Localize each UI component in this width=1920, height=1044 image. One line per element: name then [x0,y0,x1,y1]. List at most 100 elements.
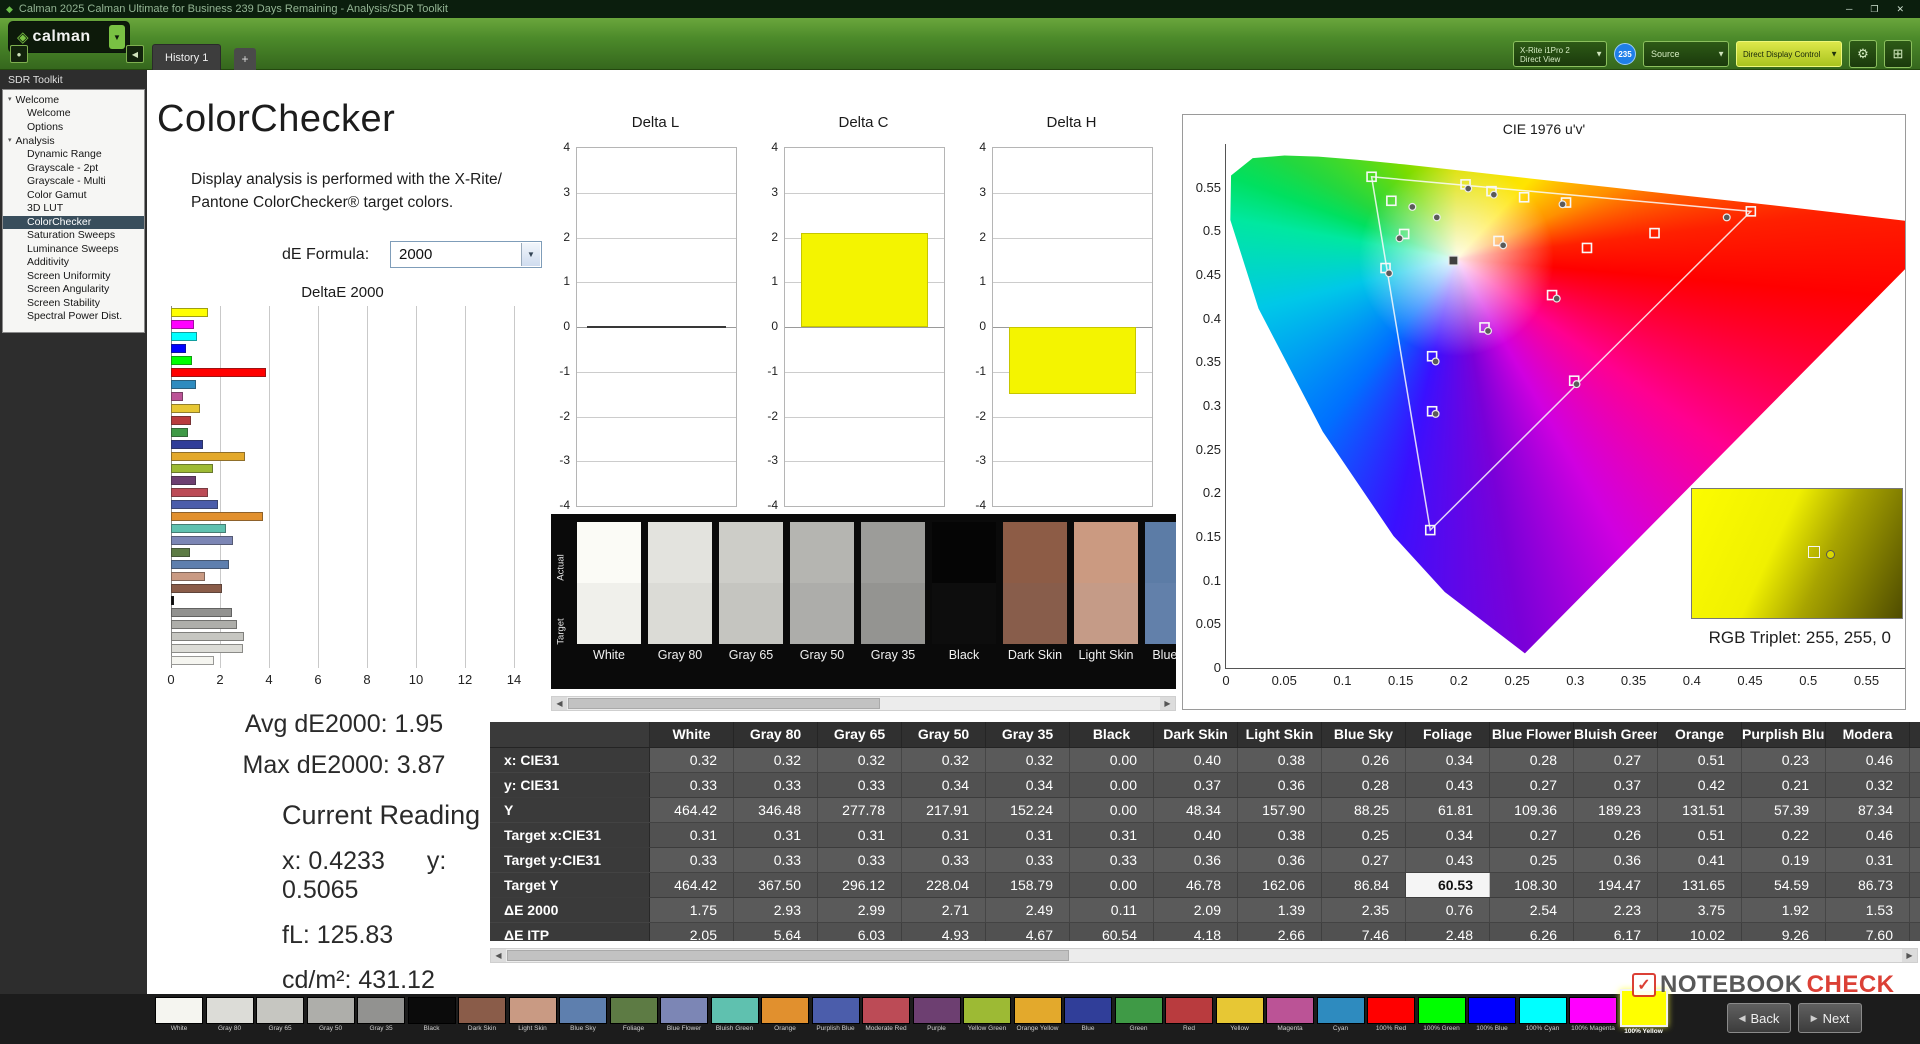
table-cell: 0.36 [1238,848,1322,872]
scrollbar-thumb[interactable] [507,950,1069,961]
sidebar-item-screen-stability[interactable]: Screen Stability [3,297,144,311]
patch-chip-foliage[interactable]: Foliage [609,997,658,1032]
tree-expander-icon[interactable]: ▾ [8,135,12,147]
table-cell: 0.11 [1070,898,1154,922]
patch-chip-100-green[interactable]: 100% Green [1417,997,1466,1032]
meter-name: X-Rite i1Pro 2 [1520,46,1570,55]
patch-chip-orange[interactable]: Orange [761,997,809,1032]
current-color-swatch [1691,488,1903,619]
table-cell: 0.19 [1742,848,1826,872]
bar-blue-flower [171,536,234,545]
column-header-blue-flower: Blue Flower [1490,722,1574,747]
patch-chip-100-cyan[interactable]: 100% Cyan [1518,997,1567,1032]
sidebar-item-dynamic-range[interactable]: Dynamic Range [3,148,144,162]
sidebar-item-spectral-power-dist[interactable]: Spectral Power Dist. [3,310,144,324]
patch-chip-blue[interactable]: Blue [1064,997,1112,1032]
source-dropdown[interactable]: Source ▼ [1643,41,1729,67]
sidebar-group-analysis[interactable]: ▾ Analysis [3,134,144,148]
patch-chip-magenta[interactable]: Magenta [1266,997,1314,1032]
chevron-down-icon[interactable]: ▼ [521,243,540,266]
scroll-right-icon[interactable]: ▶ [1160,697,1175,710]
reading-count-badge[interactable]: 235 [1614,43,1636,65]
sidebar-item-colorchecker[interactable]: ColorChecker [3,215,144,229]
sidebar-item-options[interactable]: Options [3,121,144,135]
patch-chip-black[interactable]: Black [407,997,456,1032]
sidebar-item-color-gamut[interactable]: Color Gamut [3,189,144,203]
scrollbar-thumb[interactable] [568,698,880,709]
panel-menu-button[interactable]: ● [10,45,28,63]
layout-button[interactable]: ⊞ [1884,40,1912,68]
patch-chip-gray-50[interactable]: Gray 50 [306,997,355,1032]
patch-chip-orange-yellow[interactable]: Orange Yellow [1013,997,1062,1032]
back-button[interactable]: ◀ Back [1727,1003,1791,1033]
swatch-dark-skin [1003,522,1067,644]
sidebar-item-grayscale-2pt[interactable]: Grayscale - 2pt [3,162,144,176]
patch-chip-green[interactable]: Green [1114,997,1163,1032]
patch-chip-gray-35[interactable]: Gray 35 [357,997,405,1032]
sidebar-item-luminance-sweeps[interactable]: Luminance Sweeps [3,243,144,257]
patch-chip-100-yellow[interactable]: 100% Yellow [1619,989,1668,1035]
close-button[interactable]: ✕ [1896,4,1904,15]
delta-c-title: Delta C [838,114,889,131]
patch-chip-blue-sky[interactable]: Blue Sky [559,997,607,1032]
add-tab-button[interactable]: + [234,48,256,70]
sidebar-group-welcome[interactable]: ▾ Welcome [3,93,144,107]
grid-line [993,237,1152,239]
patch-color [862,997,910,1024]
patch-chip-blue-flower[interactable]: Blue Flower [660,997,708,1032]
tree-expander-icon[interactable]: ▾ [8,94,12,106]
patch-color [761,997,809,1024]
patch-chip-light-skin[interactable]: Light Skin [508,997,557,1032]
patch-chip-yellow[interactable]: Yellow [1215,997,1264,1032]
axis-tick-label: 0.25 [1195,441,1221,457]
table-cell: 2.99 [818,898,902,922]
sidebar-item-grayscale-multi[interactable]: Grayscale - Multi [3,175,144,189]
scroll-left-icon[interactable]: ◀ [552,697,567,710]
de-formula-dropdown[interactable]: 2000 ▼ [390,241,542,268]
patch-chip-moderate-red[interactable]: Moderate Red [862,997,910,1032]
settings-gear-button[interactable]: ⚙ [1849,40,1877,68]
sidebar-item-saturation-sweeps[interactable]: Saturation Sweeps [3,229,144,243]
bar-purple [171,476,196,485]
patch-chip-yellow-green[interactable]: Yellow Green [963,997,1011,1032]
axis-tick-label: 0.55 [1853,673,1880,688]
meter-dropdown[interactable]: X-Rite i1Pro 2 Direct View ▼ [1513,41,1607,67]
scroll-right-icon[interactable]: ▶ [1902,949,1917,962]
patch-chip-bluish-green[interactable]: Bluish Green [710,997,759,1032]
patch-chip-gray-65[interactable]: Gray 65 [256,997,304,1032]
patch-chip-purplish-blue[interactable]: Purplish Blue [811,997,860,1032]
patch-chip-gray-80[interactable]: Gray 80 [205,997,254,1032]
minimize-button[interactable]: ─ [1846,4,1852,15]
bar-black [171,596,174,605]
table-cell: 0.26 [1322,748,1406,772]
next-button[interactable]: ▶ Next [1798,1003,1862,1033]
patch-chip-100-magenta[interactable]: 100% Magenta [1569,997,1617,1032]
patch-chip-dark-skin[interactable]: Dark Skin [458,997,506,1032]
tab-history-1[interactable]: History 1 [152,44,222,70]
table-cell: 0.40 [1154,748,1238,772]
swatch-strip-scrollbar[interactable]: ◀ ▶ [551,696,1176,711]
logo-menu-caret-icon[interactable]: ▼ [109,25,125,49]
patch-chip-purple[interactable]: Purple [912,997,961,1032]
patch-chip-red[interactable]: Red [1165,997,1213,1032]
table-scrollbar[interactable]: ◀ ▶ [490,948,1918,963]
sidebar-item-screen-angularity[interactable]: Screen Angularity [3,283,144,297]
collapse-sidebar-button[interactable]: ◀ [126,45,144,63]
axis-tick-label: 0.5 [1799,673,1818,688]
column-header-modera: Modera [1826,722,1910,747]
scroll-left-icon[interactable]: ◀ [491,949,506,962]
patch-chip-100-blue[interactable]: 100% Blue [1468,997,1516,1032]
sidebar-item-screen-uniformity[interactable]: Screen Uniformity [3,270,144,284]
maximize-button[interactable]: ❐ [1870,4,1878,15]
table-cell: 87.34 [1826,798,1910,822]
sidebar-item-additivity[interactable]: Additivity [3,256,144,270]
table-row: Target y:CIE31 0.33 0.33 0.33 0.33 0.33 0.33 0.… [490,848,1920,873]
patch-color [306,997,355,1024]
display-control-dropdown[interactable]: Direct Display Control ▼ [1736,41,1842,67]
patch-chip-100-red[interactable]: 100% Red [1367,997,1415,1032]
sidebar-item-3d-lut[interactable]: 3D LUT [3,202,144,216]
sidebar-item-welcome[interactable]: Welcome [3,107,144,121]
table-cell: 0.31 [986,823,1070,847]
patch-chip-white[interactable]: White [155,997,203,1032]
patch-chip-cyan[interactable]: Cyan [1316,997,1365,1032]
